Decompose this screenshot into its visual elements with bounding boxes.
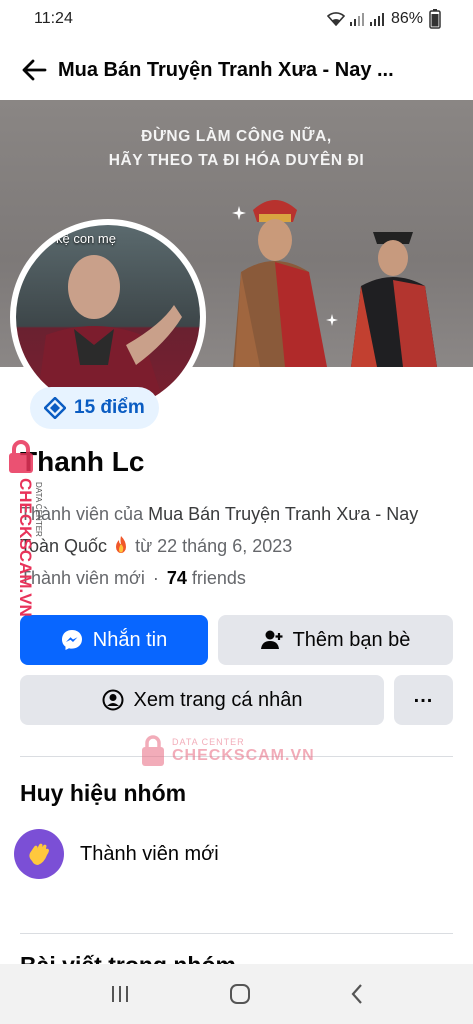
system-nav-bar: [0, 964, 473, 1024]
signal-icon: [369, 13, 384, 26]
watermark-text: CHECKSCAM.VN DATA CENTER: [16, 478, 43, 617]
sparkle-icon: [232, 206, 246, 220]
svg-text:DATA CENTER: DATA CENTER: [34, 482, 43, 537]
add-friend-button[interactable]: Thêm bạn bè: [218, 615, 453, 665]
watermark-side: CHECKSCAM.VN DATA CENTER: [6, 440, 46, 640]
cover-caption-line2: HÃY THEO TA ĐI HÓA DUYÊN ĐI: [108, 152, 365, 169]
status-bar: 11:24 86%: [0, 0, 473, 38]
lock-watermark-icon: [142, 735, 164, 766]
friends-info: 74 friends: [167, 568, 246, 589]
avatar-photo: kệ con mẹ: [16, 225, 200, 409]
signal-icon: [349, 13, 364, 26]
svg-text:CHECKSCAM.VN: CHECKSCAM.VN: [16, 478, 35, 617]
watermark-line2: CHECKSCAM.VN: [172, 747, 315, 764]
recent-apps-icon[interactable]: [109, 984, 131, 1004]
status-time: 11:24: [34, 10, 73, 27]
more-button[interactable]: ...: [394, 675, 453, 725]
points-label: 15 điểm: [74, 397, 145, 418]
badge-label: Thành viên mới: [80, 842, 219, 865]
divider: [20, 933, 453, 934]
sparkle-icon: [326, 314, 338, 326]
app-header: Mua Bán Truyện Tranh Xưa - Nay ...: [0, 44, 473, 96]
back-nav-icon[interactable]: [349, 983, 365, 1005]
battery-icon: [429, 9, 441, 29]
friends-count: 74: [166, 568, 187, 588]
badges-section-title: Huy hiệu nhóm: [20, 780, 187, 806]
messenger-icon: [61, 630, 82, 650]
home-icon[interactable]: [228, 982, 252, 1006]
cover-figure-companion: [351, 232, 437, 367]
add-person-icon: [260, 630, 283, 649]
message-button-label: Nhắn tin: [92, 628, 168, 651]
avatar-person: [36, 255, 182, 409]
battery-level: 86%: [390, 10, 423, 27]
cover-caption-line1: ĐỪNG LÀM CÔNG NỮA,: [141, 128, 332, 145]
profile-circle-icon: [102, 689, 123, 711]
points-badge[interactable]: 15 điểm: [30, 387, 159, 429]
page-title: Mua Bán Truyện Tranh Xưa - Nay ...: [58, 58, 394, 81]
view-profile-label: Xem trang cá nhân: [133, 688, 303, 711]
arrow-left-icon: [22, 59, 47, 81]
back-button[interactable]: [16, 52, 52, 88]
fire-icon: [116, 536, 127, 553]
dot-separator: ·: [152, 568, 159, 588]
friends-label: friends: [191, 568, 246, 588]
member-since: từ 22 tháng 6, 2023: [130, 536, 293, 556]
waving-hand-icon: [14, 829, 64, 879]
diamond-icon: [44, 397, 66, 419]
wifi-icon: [326, 12, 345, 26]
view-profile-button[interactable]: Xem trang cá nhân: [20, 675, 384, 725]
avatar[interactable]: kệ con mẹ: [10, 219, 206, 415]
membership-info: Thành viên của Mua Bán Truyện Tranh Xưa …: [20, 498, 460, 562]
watermark-center: DATA CENTER CHECKSCAM.VN: [140, 735, 315, 767]
watermark-line1: DATA CENTER: [172, 737, 245, 747]
more-icon: ...: [413, 684, 434, 707]
lock-watermark-icon: [9, 440, 33, 473]
message-button[interactable]: Nhắn tin: [20, 615, 208, 665]
badge-item[interactable]: Thành viên mới: [14, 829, 219, 879]
add-friend-label: Thêm bạn bè: [292, 628, 411, 651]
member-status: Thành viên mới · 74 friends: [20, 568, 246, 589]
